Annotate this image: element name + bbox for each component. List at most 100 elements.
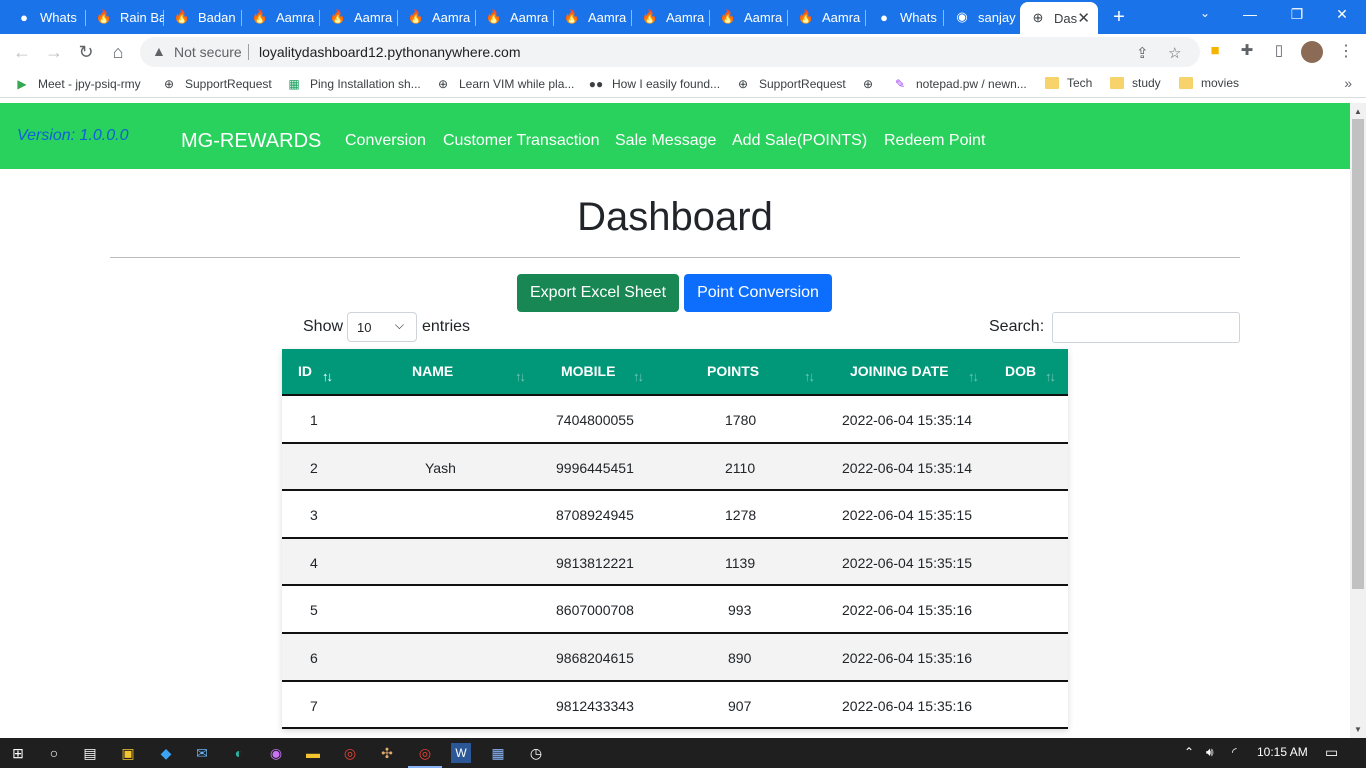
column-header-id[interactable]: ID (298, 363, 312, 379)
side-panel-icon[interactable]: ▯ (1270, 42, 1288, 60)
bookmark-item[interactable]: ⊕ SupportRequest (735, 76, 846, 92)
chrome-icon[interactable]: ◎ (340, 743, 360, 763)
globe-icon: ⊕ (1032, 10, 1044, 25)
bookmark-item[interactable]: ⊕ Learn VIM while pla... (435, 76, 574, 92)
column-header-points[interactable]: POINTS (707, 363, 759, 379)
browser-tab[interactable]: 🔥 Aamra (710, 4, 788, 30)
menu-icon[interactable]: ⋮ (1338, 41, 1354, 61)
globe-icon: ⊕ (737, 77, 749, 91)
sort-icon[interactable]: ↑↓ (1045, 369, 1056, 384)
sort-icon[interactable]: ↑↓ (515, 369, 526, 384)
avatar[interactable] (1301, 41, 1323, 63)
restore-window-icon[interactable]: ❐ (1287, 6, 1307, 23)
fire-icon: 🔥 (719, 9, 737, 24)
url-text[interactable]: loyalitydashboard12.pythonanywhere.com (259, 44, 521, 60)
browser-tab[interactable]: 🔥 Aamra (788, 4, 866, 30)
browser-tab[interactable]: 🔥 Aamra (632, 4, 710, 30)
cell-id: 7 (310, 697, 318, 714)
home-icon[interactable]: ⌂ (108, 42, 128, 62)
wifi-icon[interactable]: ◜ (1232, 745, 1237, 759)
sort-icon[interactable]: ↑↓ (633, 369, 644, 384)
bookmarks-bar: ▶ Meet - jpy-psiq-rmy ⊕ SupportRequest ▦ Pi… (0, 70, 1366, 98)
calculator-icon[interactable]: ▦ (488, 743, 508, 763)
search-icon[interactable]: ○ (44, 743, 64, 763)
notification-icon[interactable]: ▭ (1325, 744, 1338, 761)
point-conversion-button[interactable]: Point Conversion (684, 274, 832, 312)
new-tab-button[interactable]: + (1108, 6, 1130, 29)
vscode-icon[interactable]: ◆ (156, 743, 176, 763)
file-explorer-icon[interactable]: ▬ (303, 743, 323, 763)
bookmark-folder[interactable]: Tech (1045, 76, 1092, 90)
media-player-icon[interactable]: ◉ (266, 743, 286, 763)
close-window-icon[interactable]: ✕ (1332, 6, 1352, 23)
share-icon[interactable]: ⇪ (1136, 44, 1149, 62)
bookmark-folder[interactable]: movies (1179, 76, 1239, 90)
word-icon[interactable]: W (451, 743, 471, 763)
task-view-icon[interactable]: ▤ (80, 743, 100, 763)
puzzle-icon[interactable]: ✚ (1238, 42, 1256, 60)
bookmark-item[interactable]: ⊕ SupportRequest (161, 76, 272, 92)
bookmark-item[interactable]: ✎ notepad.pw / newn... (892, 76, 1027, 92)
page-scrollbar[interactable]: ▲ ▼ (1350, 103, 1366, 738)
mail-icon[interactable]: ✉ (192, 743, 212, 763)
minimize-window-icon[interactable]: — (1240, 6, 1260, 22)
windows-start-icon[interactable]: ⊞ (8, 743, 28, 763)
browser-tab[interactable]: 🔥 Aamra (476, 4, 554, 30)
scroll-up-icon[interactable]: ▲ (1354, 107, 1362, 116)
nav-link-add-sale[interactable]: Add Sale(POINTS) (732, 132, 867, 150)
browser-tab[interactable]: ● Whats (6, 4, 86, 30)
brand-link[interactable]: MG-REWARDS (181, 130, 321, 153)
nav-link-conversion[interactable]: Conversion (345, 132, 426, 150)
browser-tab[interactable]: 🔥 Rain Ba (86, 4, 164, 30)
cell-points: 1780 (725, 412, 757, 428)
back-icon[interactable]: ← (12, 42, 32, 62)
address-bar[interactable]: ▲ Not secure loyalitydashboard12.pythona… (140, 37, 1200, 67)
browser-tab[interactable]: 🔥 Aamra (320, 4, 398, 30)
column-header-mobile[interactable]: MOBILE (561, 363, 615, 379)
table-row: 5 8607000708 993 2022-06-04 15:35:16 (282, 586, 1068, 634)
tab-search-icon[interactable]: ⌄ (1195, 6, 1215, 20)
column-header-joining-date[interactable]: JOINING DATE (850, 363, 949, 379)
show-hidden-icons-icon[interactable]: ⌃ (1184, 745, 1194, 759)
browser-tab[interactable]: ◉ sanjay (944, 4, 1020, 30)
sort-icon[interactable]: ↑↓ (968, 369, 979, 384)
extension-icon[interactable]: ■ (1206, 42, 1224, 60)
browser-tab[interactable]: 🔥 Aamra (242, 4, 320, 30)
bookmark-item[interactable]: ▦ Ping Installation sh... (286, 76, 420, 92)
edge-icon[interactable]: ◐ (229, 743, 249, 763)
sort-icon[interactable]: ↑↓ (804, 369, 815, 384)
scroll-down-icon[interactable]: ▼ (1354, 725, 1362, 734)
app-icon[interactable]: ✣ (377, 743, 397, 763)
clock-app-icon[interactable]: ◷ (526, 743, 546, 763)
bookmark-item[interactable]: ●● How I easily found... (588, 76, 720, 92)
column-header-dob[interactable]: DOB (1005, 363, 1036, 379)
scroll-thumb[interactable] (1352, 119, 1364, 589)
browser-tab-active[interactable]: ⊕ Das ✕ (1020, 2, 1098, 34)
bookmark-star-icon[interactable]: ☆ (1168, 44, 1181, 62)
nav-link-customer-transaction[interactable]: Customer Transaction (443, 132, 600, 150)
bookmark-folder[interactable]: study (1110, 76, 1161, 90)
nav-link-sale-message[interactable]: Sale Message (615, 132, 716, 150)
sort-asc-icon[interactable]: ↑↓ (322, 369, 333, 384)
entries-per-page-select[interactable]: 10 ⌵ (347, 312, 417, 342)
volume-icon[interactable]: 🔊︎ (1206, 745, 1214, 760)
nav-link-redeem-point[interactable]: Redeem Point (884, 132, 985, 150)
browser-tab[interactable]: ● Whats (866, 4, 944, 30)
browser-tab[interactable]: 🔥 Badan (164, 4, 242, 30)
chrome-active-icon[interactable]: ◎ (415, 743, 435, 763)
reload-icon[interactable]: ↻ (76, 42, 96, 62)
security-label[interactable]: Not secure (174, 44, 242, 60)
search-input[interactable] (1052, 312, 1240, 343)
export-excel-button[interactable]: Export Excel Sheet (517, 274, 679, 312)
clock-time[interactable]: 10:15 AM (1257, 745, 1308, 759)
close-tab-icon[interactable]: ✕ (1077, 9, 1090, 27)
store-icon[interactable]: ▣ (118, 743, 138, 763)
bookmark-item[interactable]: ⊕ (860, 76, 884, 92)
browser-tab[interactable]: 🔥 Aamra (554, 4, 632, 30)
forward-icon[interactable]: → (44, 42, 64, 62)
length-entries-label: entries (422, 318, 471, 335)
more-bookmarks-icon[interactable]: » (1344, 75, 1352, 91)
browser-tab[interactable]: 🔥 Aamra (398, 4, 476, 30)
bookmark-item[interactable]: ▶ Meet - jpy-psiq-rmy (14, 76, 140, 92)
column-header-name[interactable]: NAME (412, 363, 453, 379)
